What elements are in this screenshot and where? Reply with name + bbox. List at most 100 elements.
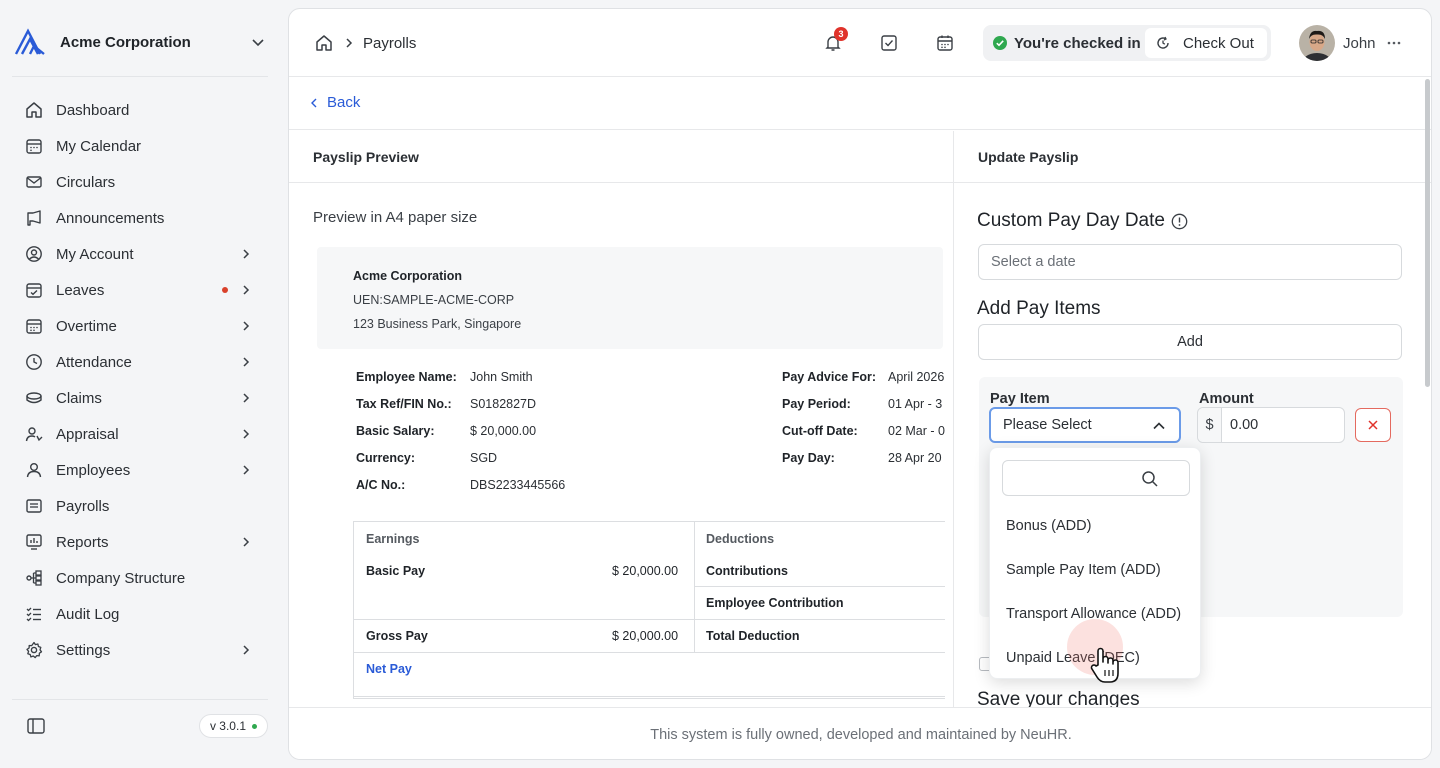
sidebar-item-employees[interactable]: Employees [12, 452, 268, 488]
add-pay-items-heading: Add Pay Items [977, 298, 1101, 319]
sidebar-item-label: Leaves [56, 281, 105, 299]
notification-badge: 3 [834, 27, 848, 41]
dropdown-option[interactable]: Bonus (ADD) [990, 504, 1202, 548]
receipt-icon [24, 496, 44, 516]
chevron-down-icon [248, 32, 268, 52]
back-label: Back [327, 94, 361, 111]
info-value: $ 20,000.00 [470, 424, 537, 438]
back-link[interactable]: Back [307, 94, 360, 111]
company-logo-icon [12, 24, 48, 60]
user-menu[interactable]: John [1299, 25, 1402, 61]
sidebar-item-company-structure[interactable]: Company Structure [12, 560, 268, 596]
chevron-right-icon [236, 352, 256, 372]
check-out-button[interactable]: Check Out [1145, 28, 1267, 58]
basic-pay-value: $ 20,000.00 [612, 564, 679, 578]
earnings-header: Earnings [366, 532, 420, 546]
chevron-up-icon [1151, 418, 1167, 434]
currency-symbol: $ [1198, 408, 1222, 442]
add-pay-item-button[interactable]: Add [978, 324, 1402, 360]
table-divider [354, 652, 945, 653]
home-icon[interactable] [313, 32, 335, 54]
sidebar-item-announcements[interactable]: Announcements [12, 200, 268, 236]
sidebar-item-payrolls[interactable]: Payrolls [12, 488, 268, 524]
amount-input[interactable]: $ 0.00 [1197, 407, 1345, 443]
more-horizontal-icon[interactable] [1386, 35, 1402, 51]
calendar-icon[interactable] [933, 31, 957, 55]
user-circle-icon [24, 244, 44, 264]
coins-icon [24, 388, 44, 408]
chevron-right-icon [236, 640, 256, 660]
info-label: Pay Period: [782, 397, 851, 411]
megaphone-icon [24, 208, 44, 228]
sidebar-item-attendance[interactable]: Attendance [12, 344, 268, 380]
sidebar: Acme Corporation Dashboard My Calendar Cir… [0, 0, 288, 768]
breadcrumb: Payrolls [313, 31, 416, 55]
notification-dot [222, 287, 228, 293]
checkin-status: You're checked in Check Out [983, 25, 1271, 61]
sidebar-item-claims[interactable]: Claims [12, 380, 268, 416]
sidebar-item-label: My Calendar [56, 137, 142, 155]
check-out-label: Check Out [1183, 34, 1254, 52]
list-check-icon [24, 604, 44, 624]
sidebar-item-circulars[interactable]: Circulars [12, 164, 268, 200]
sidebar-item-my-account[interactable]: My Account [12, 236, 268, 272]
info-value: 01 Apr - 3 [888, 397, 943, 411]
chart-icon [24, 532, 44, 552]
version-text: v 3.0.1 [209, 719, 246, 733]
info-label: Pay Advice For: [782, 370, 877, 384]
info-label: Employee Name: [356, 370, 457, 384]
info-value: John Smith [470, 370, 533, 384]
payslip-table: Earnings Deductions Basic Pay $ 20,000.0… [353, 521, 945, 699]
sidebar-nav: Dashboard My Calendar Circulars Announcemen… [12, 92, 268, 668]
sidebar-item-appraisal[interactable]: Appraisal [12, 416, 268, 452]
info-label: Currency: [356, 451, 416, 465]
dropdown-search-input[interactable] [1002, 460, 1190, 496]
home-icon [24, 100, 44, 120]
info-circle-icon[interactable] [1171, 212, 1189, 230]
info-value: SGD [470, 451, 498, 465]
version-badge: v 3.0.1 [198, 714, 268, 738]
search-icon [1141, 470, 1159, 488]
sidebar-item-settings[interactable]: Settings [12, 632, 268, 668]
hand-cursor-icon [1089, 645, 1123, 685]
info-value: April 2026 [888, 370, 945, 384]
remove-item-button[interactable] [1355, 408, 1391, 442]
info-value: DBS2233445566 [470, 478, 566, 492]
pay-item-select[interactable]: Please Select [989, 407, 1181, 443]
bell-icon[interactable]: 3 [821, 27, 848, 55]
pay-day-date-input[interactable]: Select a date [978, 244, 1402, 280]
avatar[interactable] [1299, 25, 1335, 61]
calendar-clock-icon [24, 316, 44, 336]
main-panel: Payrolls 3 You're checked in Check Out J… [288, 8, 1432, 760]
pay-item-label: Pay Item [990, 391, 1050, 407]
sidebar-item-label: Announcements [56, 209, 165, 227]
sidebar-item-dashboard[interactable]: Dashboard [12, 92, 268, 128]
payslip-uen: UEN:SAMPLE-ACME-CORP [353, 293, 515, 307]
total-deduction-label: Total Deduction [706, 629, 800, 643]
sidebar-item-label: Attendance [56, 353, 132, 371]
task-check-icon[interactable] [877, 31, 901, 55]
sidebar-item-reports[interactable]: Reports [12, 524, 268, 560]
mail-icon [24, 172, 44, 192]
sidebar-item-overtime[interactable]: Overtime [12, 308, 268, 344]
chevron-left-icon [307, 96, 321, 110]
org-switcher[interactable]: Acme Corporation [12, 24, 268, 60]
user-icon [24, 460, 44, 480]
payslip-company-header: Acme Corporation UEN:SAMPLE-ACME-CORP 12… [317, 247, 943, 349]
scrollbar[interactable] [1425, 79, 1430, 387]
sidebar-item-label: Appraisal [56, 425, 119, 443]
sidebar-item-leaves[interactable]: Leaves [12, 272, 268, 308]
chevron-right-icon [236, 244, 256, 264]
deductions-header: Deductions [706, 532, 775, 546]
breadcrumb-current: Payrolls [363, 34, 417, 52]
dropdown-option[interactable]: Sample Pay Item (ADD) [990, 548, 1202, 592]
sidebar-item-audit-log[interactable]: Audit Log [12, 596, 268, 632]
payslip-company-name: Acme Corporation [353, 269, 463, 283]
info-label: Pay Day: [782, 451, 835, 465]
sidebar-item-my-calendar[interactable]: My Calendar [12, 128, 268, 164]
payslip-address: 123 Business Park, Singapore [353, 317, 522, 331]
sidebar-item-label: Company Structure [56, 569, 186, 587]
gross-pay-label: Gross Pay [366, 629, 428, 643]
sidebar-collapse-icon[interactable] [20, 710, 52, 742]
sidebar-item-label: Reports [56, 533, 109, 551]
